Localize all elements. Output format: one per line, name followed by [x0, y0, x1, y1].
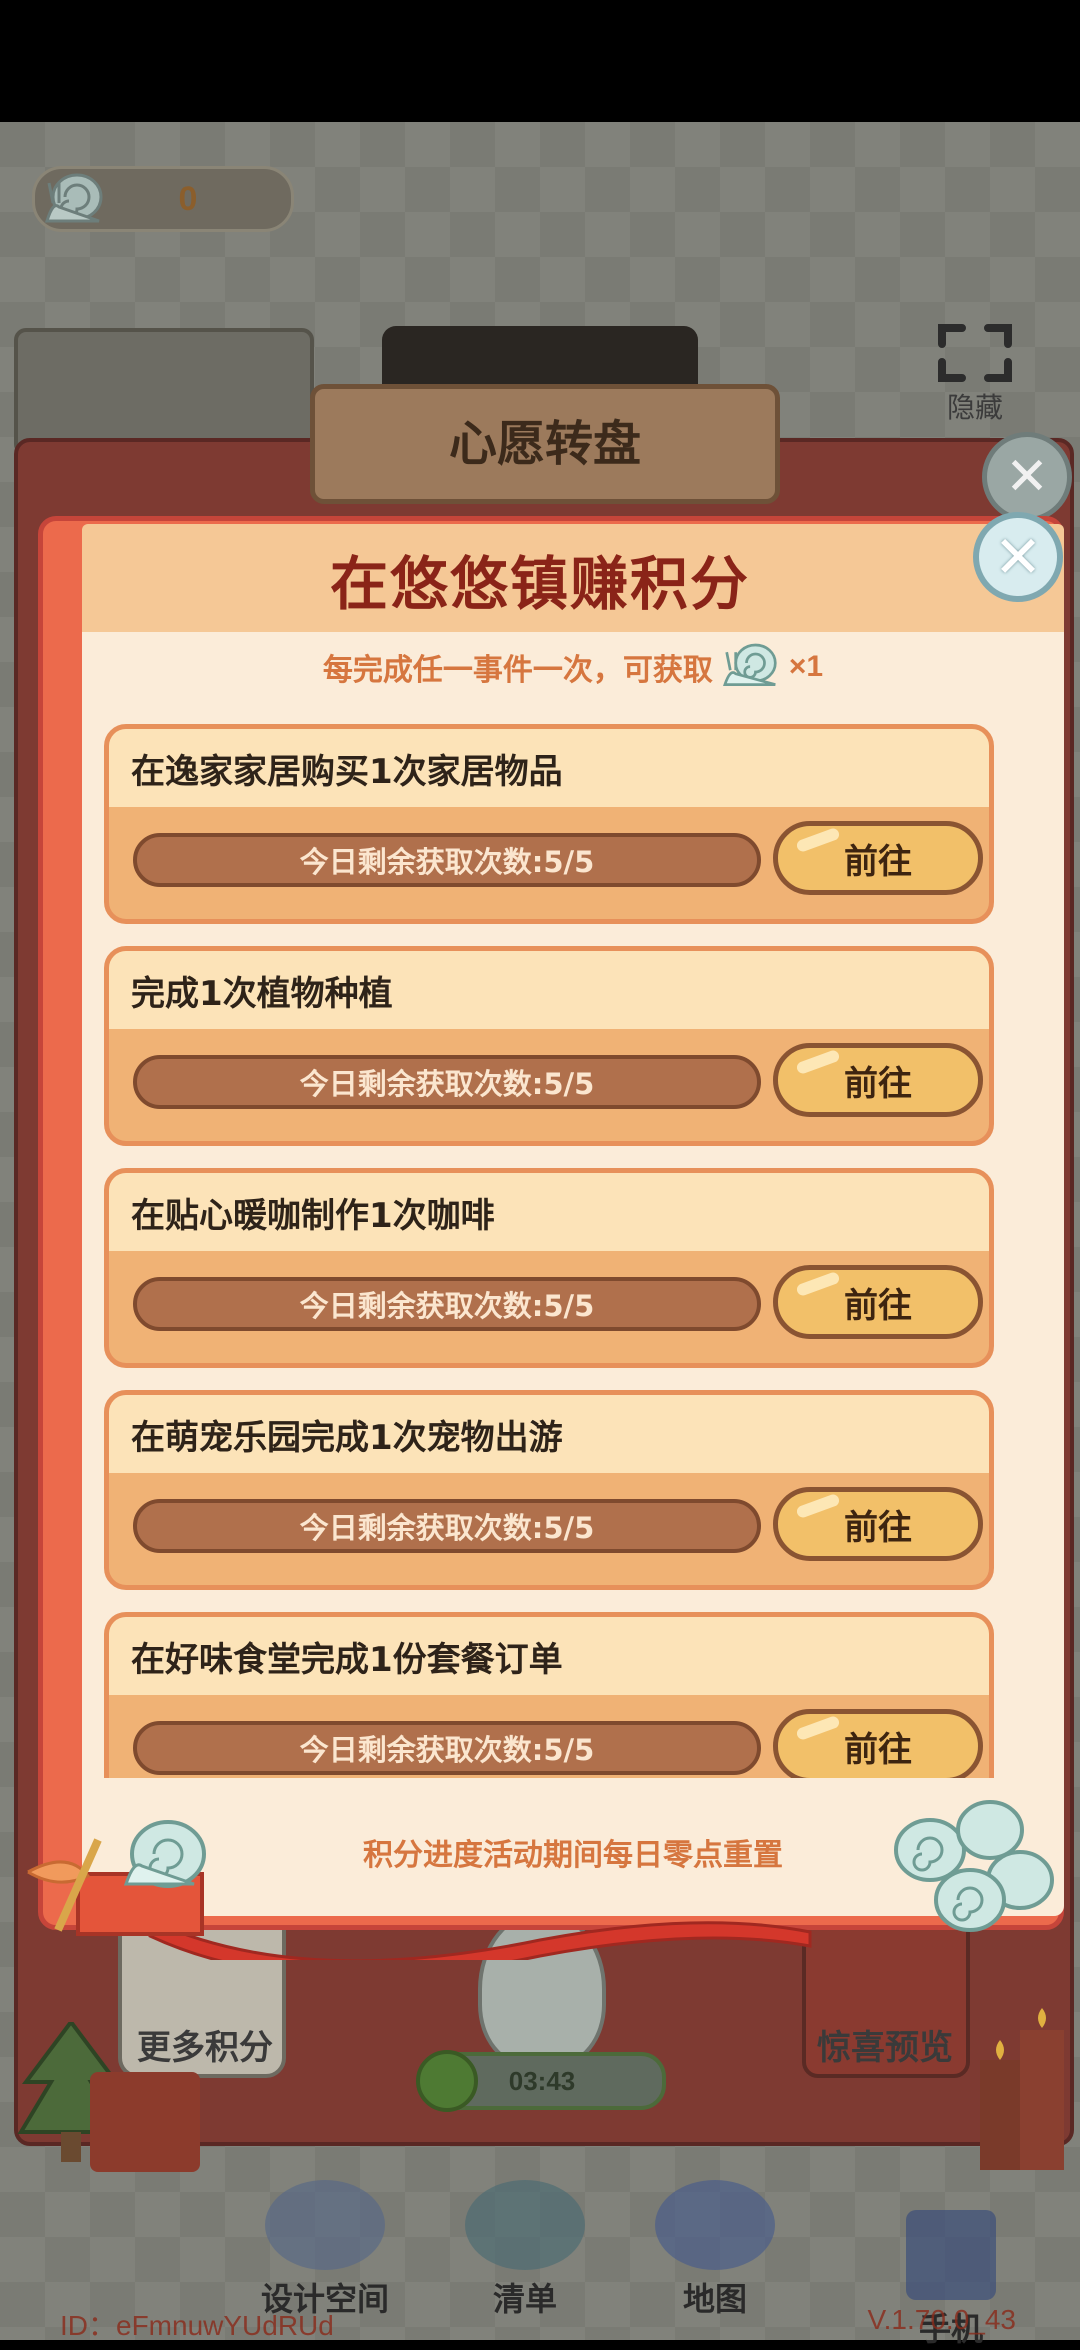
- currency-value: 0: [178, 179, 198, 218]
- dialog-close-button[interactable]: ✕: [973, 512, 1063, 602]
- task-card: 在好味食堂完成1份套餐订单 今日剩余获取次数:5/5 前往: [104, 1612, 994, 1778]
- character-portrait-card[interactable]: [14, 328, 314, 456]
- ruler-icon: [265, 2180, 385, 2270]
- task-go-button[interactable]: 前往: [773, 1265, 983, 1339]
- close-icon: ✕: [993, 523, 1043, 591]
- task-card: 在逸家家居购买1次家居物品 今日剩余获取次数:5/5 前往: [104, 724, 994, 924]
- player-id: ID：eFmnuwYUdRUd: [60, 2310, 334, 2341]
- phone-icon: [906, 2210, 996, 2300]
- task-go-button[interactable]: 前往: [773, 1043, 983, 1117]
- nav-map[interactable]: 地图: [630, 2180, 800, 2320]
- task-go-button[interactable]: 前往: [773, 821, 983, 895]
- dialog-title: 在悠悠镇赚积分: [329, 550, 750, 618]
- go-label: 前往: [844, 1285, 912, 1326]
- go-label: 前往: [844, 841, 912, 882]
- task-name: 完成1次植物种植: [131, 973, 393, 1014]
- task-card: 在萌宠乐园完成1次宠物出游 今日剩余获取次数:5/5 前往: [104, 1390, 994, 1590]
- go-label: 前往: [844, 1507, 912, 1548]
- version-number: V.1.70.0_43: [867, 2304, 1016, 2335]
- gift-snail-decoration-left: [27, 1820, 206, 1936]
- snail-currency-counter: 0: [32, 166, 294, 232]
- wish-wheel-title: 心愿转盘: [448, 416, 641, 472]
- nav-checklist[interactable]: 清单: [440, 2180, 610, 2320]
- hide-ui-label: 隐藏: [946, 391, 1003, 424]
- gift-box-icon: [90, 2072, 200, 2172]
- task-remaining-bar: 今日剩余获取次数:5/5: [133, 1055, 761, 1109]
- expand-frame-icon: [938, 324, 1012, 382]
- wish-wheel-close-button[interactable]: ✕: [982, 432, 1072, 522]
- task-card: 完成1次植物种植 今日剩余获取次数:5/5 前往: [104, 946, 994, 1146]
- task-name: 在好味食堂完成1份套餐订单: [131, 1639, 563, 1680]
- countdown-value: 03:43: [508, 2065, 576, 2096]
- snail-point-icon: [719, 636, 783, 698]
- task-remaining-bar: 今日剩余获取次数:5/5: [133, 1499, 761, 1553]
- surprise-preview-label[interactable]: 惊喜预览: [790, 2020, 980, 2069]
- task-name: 在逸家家居购买1次家居物品: [131, 751, 563, 792]
- subtitle-multiplier: ×1: [788, 650, 824, 683]
- task-go-button[interactable]: 前往: [773, 1487, 983, 1561]
- go-label: 前往: [844, 1063, 912, 1104]
- checklist-icon: [465, 2180, 585, 2270]
- snail-pile-decoration-right: [894, 1800, 1054, 1932]
- nav-checklist-label: 清单: [492, 2280, 557, 2318]
- task-remaining-bar: 今日剩余获取次数:5/5: [133, 1277, 761, 1331]
- more-points-label[interactable]: 更多积分: [110, 2020, 300, 2069]
- subtitle-text: 每完成任一事件一次，可获取: [322, 653, 713, 688]
- map-pin-icon: [655, 2180, 775, 2270]
- nav-design-space[interactable]: 设计空间: [240, 2180, 410, 2320]
- nav-map-label: 地图: [682, 2280, 747, 2318]
- task-remaining-bar: 今日剩余获取次数:5/5: [133, 833, 761, 887]
- countdown-timer: 03:43: [416, 2050, 666, 2112]
- task-name: 在萌宠乐园完成1次宠物出游: [131, 1417, 563, 1458]
- clock-icon: [416, 2050, 478, 2112]
- task-card: 在贴心暖咖制作1次咖啡 今日剩余获取次数:5/5 前往: [104, 1168, 994, 1368]
- hide-ui-button[interactable]: 隐藏: [930, 318, 1020, 428]
- dialog-subtitle: 每完成任一事件一次，可获取 ×1: [82, 638, 1064, 696]
- candles-icon: [980, 2008, 1064, 2170]
- task-name: 在贴心暖咖制作1次咖啡: [131, 1195, 495, 1236]
